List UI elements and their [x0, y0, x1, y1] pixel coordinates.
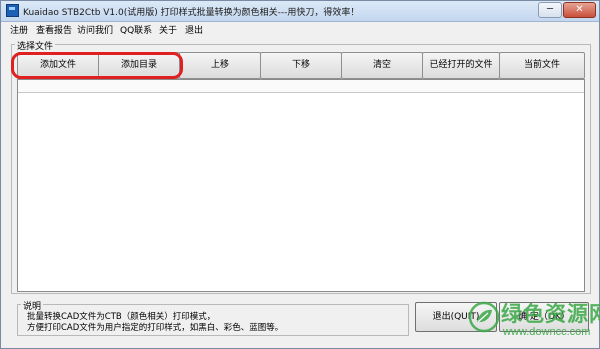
opened-files-button[interactable]: 已经打开的文件	[422, 52, 500, 79]
menu-about[interactable]: 关于	[159, 23, 177, 36]
app-icon	[6, 4, 19, 17]
description-line-2: 方便打印CAD文件为用户指定的打印样式，如黑白、彩色、蓝图等。	[27, 323, 284, 333]
watermark-url: www.downcc.com	[503, 326, 591, 338]
menu-visit-us[interactable]: 访问我们	[77, 23, 113, 36]
watermark-title: 绿色资源网	[501, 302, 600, 326]
title-bar[interactable]: Kuaidao STB2Ctb V1.0(试用版) 打印样式批量转换为颜色相关-…	[1, 1, 599, 22]
file-list[interactable]	[17, 79, 585, 292]
file-select-group-label: 选择文件	[15, 39, 56, 52]
file-list-header	[18, 80, 584, 93]
window-title: Kuaidao STB2Ctb V1.0(试用版) 打印样式批量转换为颜色相关-…	[23, 8, 360, 18]
clear-button[interactable]: 清空	[341, 52, 423, 79]
menu-view-report[interactable]: 查看报告	[36, 23, 72, 36]
add-directory-button[interactable]: 添加目录	[98, 52, 180, 79]
minimize-button[interactable]: ─	[538, 2, 562, 18]
add-file-button[interactable]: 添加文件	[17, 52, 99, 79]
current-file-button[interactable]: 当前文件	[499, 52, 585, 79]
leaf-logo-icon	[468, 301, 500, 333]
move-up-button[interactable]: 上移	[179, 52, 261, 79]
site-watermark: 绿色资源网 www.downcc.com	[467, 298, 600, 344]
menu-register[interactable]: 注册	[10, 23, 28, 36]
menu-qq-contact[interactable]: QQ联系	[120, 23, 152, 36]
app-window: Kuaidao STB2Ctb V1.0(试用版) 打印样式批量转换为颜色相关-…	[0, 0, 600, 349]
menu-bar: 注册 查看报告 访问我们 QQ联系 关于 退出	[1, 22, 599, 36]
close-button[interactable]: ✕	[563, 2, 596, 18]
move-down-button[interactable]: 下移	[260, 52, 342, 79]
menu-exit[interactable]: 退出	[185, 23, 203, 36]
